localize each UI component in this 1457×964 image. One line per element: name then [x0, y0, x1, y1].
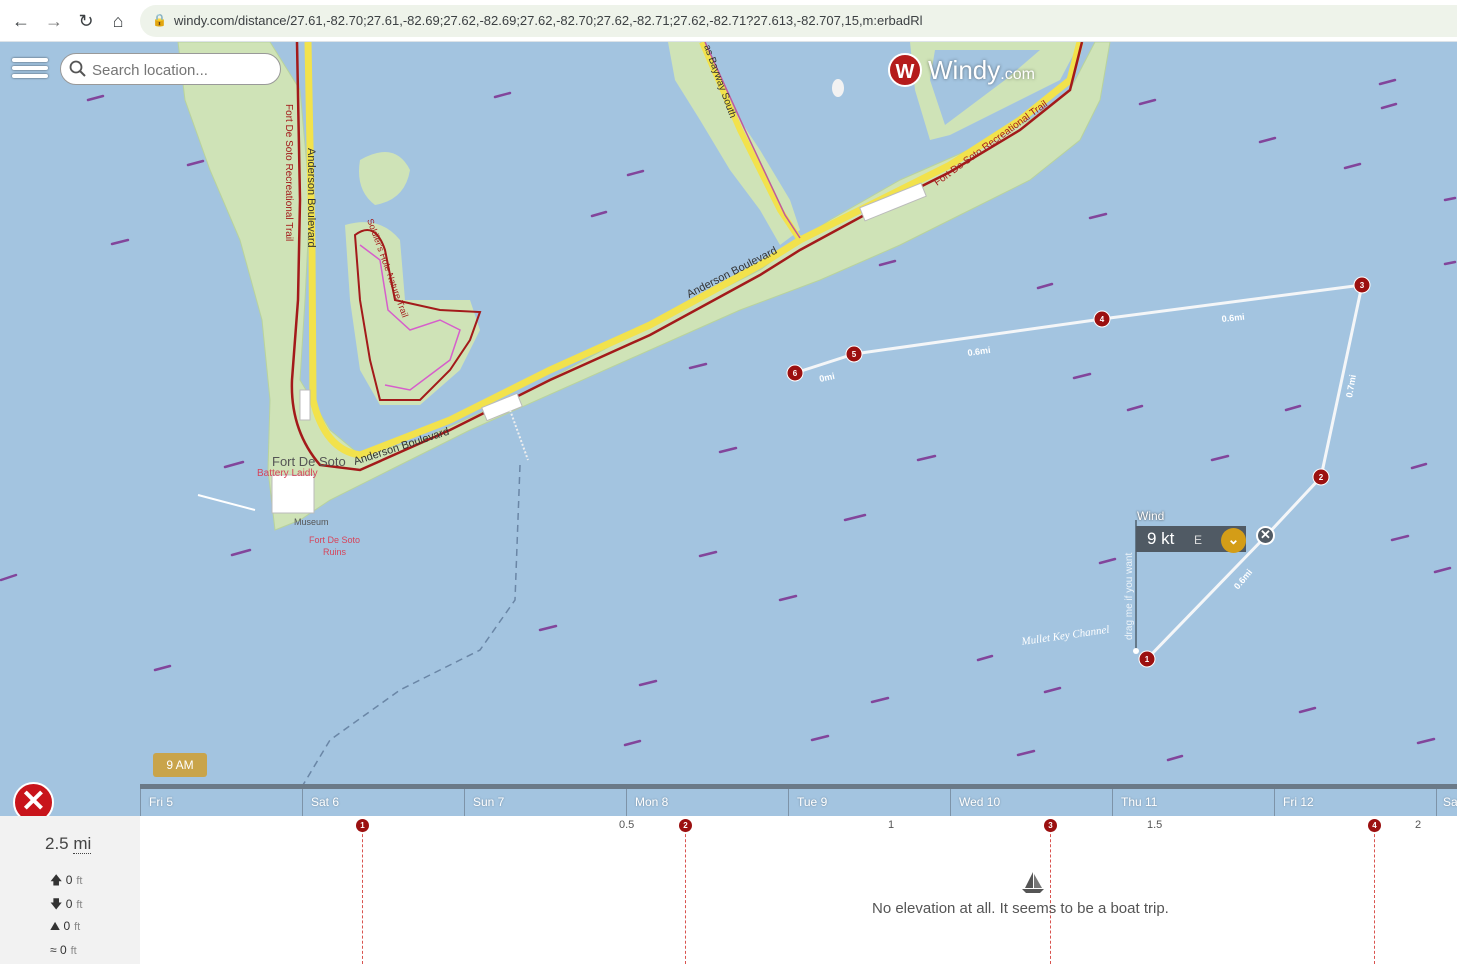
- wind-direction: E: [1194, 533, 1203, 547]
- browser-toolbar: ← → ↻ ⌂ 🔒 windy.com/distance/27.61,-82.7…: [0, 0, 1457, 42]
- route-pin[interactable]: 3: [1353, 276, 1371, 294]
- label-channel: Mullet Key Channel: [1020, 624, 1110, 648]
- route-pin[interactable]: 1: [1138, 650, 1156, 668]
- wind-label: Wind: [1137, 509, 1165, 523]
- timeline-day[interactable]: Fri 12: [1274, 789, 1436, 816]
- ascent-stat: 🡅 0 ft: [50, 873, 83, 887]
- drag-hint[interactable]: drag me if you want: [1124, 520, 1138, 640]
- menu-hamburger-icon[interactable]: [12, 54, 50, 86]
- distance-tick: 2: [1415, 819, 1422, 831]
- timeline-day[interactable]: Sun 7: [464, 789, 626, 816]
- waypoint-line: [1050, 824, 1051, 964]
- distance-value: 2.5: [45, 834, 69, 853]
- chevron-down-icon[interactable]: ⌄: [1221, 528, 1246, 553]
- search-icon: [69, 60, 86, 77]
- timeline-day[interactable]: Sat 6: [302, 789, 464, 816]
- label-road-3: Anderson Boulevard: [305, 148, 317, 248]
- descent-stat: 🡇 0 ft: [50, 897, 83, 911]
- route-pin[interactable]: 2: [1312, 468, 1330, 486]
- back-icon[interactable]: ←: [9, 9, 33, 33]
- map-canvas[interactable]: Fort De Soto Battery Laidly Museum Fort …: [0, 42, 1457, 816]
- timeline-day[interactable]: Sa: [1436, 789, 1457, 816]
- distance-unit[interactable]: mi: [73, 834, 92, 854]
- waypoint-pin[interactable]: 3: [1044, 819, 1057, 832]
- segment-label: 0mi: [818, 371, 835, 384]
- url-text[interactable]: windy.com/distance/27.61,-82.70;27.61,-8…: [174, 13, 923, 28]
- mountain-icon: ⛰: [50, 919, 61, 933]
- sailboat-icon: [1022, 872, 1044, 893]
- route-pin[interactable]: 4: [1093, 310, 1111, 328]
- route-pin[interactable]: 5: [845, 345, 863, 363]
- route-pin[interactable]: 6: [786, 364, 804, 382]
- waypoint-line: [362, 824, 363, 964]
- label-fort-de-soto: Fort De Soto: [272, 454, 346, 469]
- waypoint-line: [1374, 824, 1375, 964]
- label-trail-1: Fort De Soto Recreational Trail: [283, 104, 294, 241]
- waypoint-line: [685, 824, 686, 964]
- wave-icon: ≈: [50, 943, 57, 957]
- address-bar[interactable]: 🔒 windy.com/distance/27.61,-82.70;27.61,…: [140, 5, 1457, 37]
- max-elevation-stat: ⛰ 0 ft: [50, 919, 81, 933]
- land-island-1: [359, 152, 410, 205]
- segment-label: 0.6mi: [1232, 567, 1254, 591]
- segment-label: 0.6mi: [1221, 312, 1245, 324]
- timeline-day[interactable]: Tue 9: [788, 789, 950, 816]
- descent-icon: 🡇: [50, 897, 63, 911]
- distance-tick: 0.5: [619, 819, 635, 831]
- distance-route[interactable]: [794, 283, 1364, 661]
- wind-value: 9 kt: [1147, 529, 1175, 548]
- route-stats: 2.5 mi 🡅 0 ft 🡇 0 ft ⛰ 0 ft ≈ 0 ft: [0, 816, 140, 964]
- segment-label: 0.6mi: [967, 345, 991, 358]
- svg-text:4: 4: [1100, 315, 1105, 324]
- forward-icon[interactable]: →: [42, 9, 66, 33]
- segment-label: 0.7mi: [1344, 374, 1358, 398]
- distance-tick: 1.5: [1147, 819, 1163, 831]
- logo-suffix: .com: [1000, 65, 1035, 83]
- search-box[interactable]: [60, 53, 281, 85]
- label-ruins-1: Fort De Soto: [309, 535, 360, 545]
- distance-tick: 1: [888, 819, 895, 831]
- elevation-chart: 1 0.5 2 1 3 1.5 4 2 No elevation at all.…: [140, 816, 1457, 964]
- svg-text:5: 5: [852, 350, 857, 359]
- label-battery: Battery Laidly: [257, 468, 318, 479]
- waypoint-pin[interactable]: 2: [679, 819, 692, 832]
- timeline-day[interactable]: Fri 5: [140, 789, 302, 816]
- map-svg: Fort De Soto Battery Laidly Museum Fort …: [0, 42, 1457, 791]
- windy-logo-icon: W: [888, 53, 922, 87]
- svg-text:6: 6: [793, 369, 798, 378]
- svg-text:1: 1: [1145, 655, 1150, 664]
- windy-logo[interactable]: W Windy.com: [888, 52, 1035, 88]
- lock-icon: 🔒: [152, 13, 167, 27]
- svg-text:2: 2: [1319, 473, 1324, 482]
- elevation-panel: 2.5 mi 🡅 0 ft 🡇 0 ft ⛰ 0 ft ≈ 0 ft 1 0.5 2 1…: [0, 816, 1457, 964]
- timeline-day[interactable]: Thu 11: [1112, 789, 1274, 816]
- label-ruins-2: Ruins: [323, 547, 347, 557]
- search-input[interactable]: [92, 59, 272, 81]
- avg-elevation-stat: ≈ 0 ft: [50, 943, 77, 957]
- total-distance: 2.5 mi: [45, 834, 92, 854]
- waypoint-pin[interactable]: 4: [1368, 819, 1381, 832]
- logo-name: Windy: [928, 54, 1001, 85]
- timeline-day[interactable]: Mon 8: [626, 789, 788, 816]
- current-time-badge[interactable]: 9 AM: [153, 753, 207, 777]
- svg-text:3: 3: [1360, 281, 1365, 290]
- ascent-icon: 🡅: [50, 873, 63, 887]
- label-museum: Museum: [294, 517, 329, 527]
- elevation-message: No elevation at all. It seems to be a bo…: [872, 900, 1169, 917]
- timeline-day[interactable]: Wed 10: [950, 789, 1112, 816]
- waypoint-pin[interactable]: 1: [356, 819, 369, 832]
- close-icon[interactable]: ✕: [1256, 526, 1275, 545]
- home-icon[interactable]: ⌂: [106, 9, 130, 33]
- reload-icon[interactable]: ↻: [74, 9, 98, 33]
